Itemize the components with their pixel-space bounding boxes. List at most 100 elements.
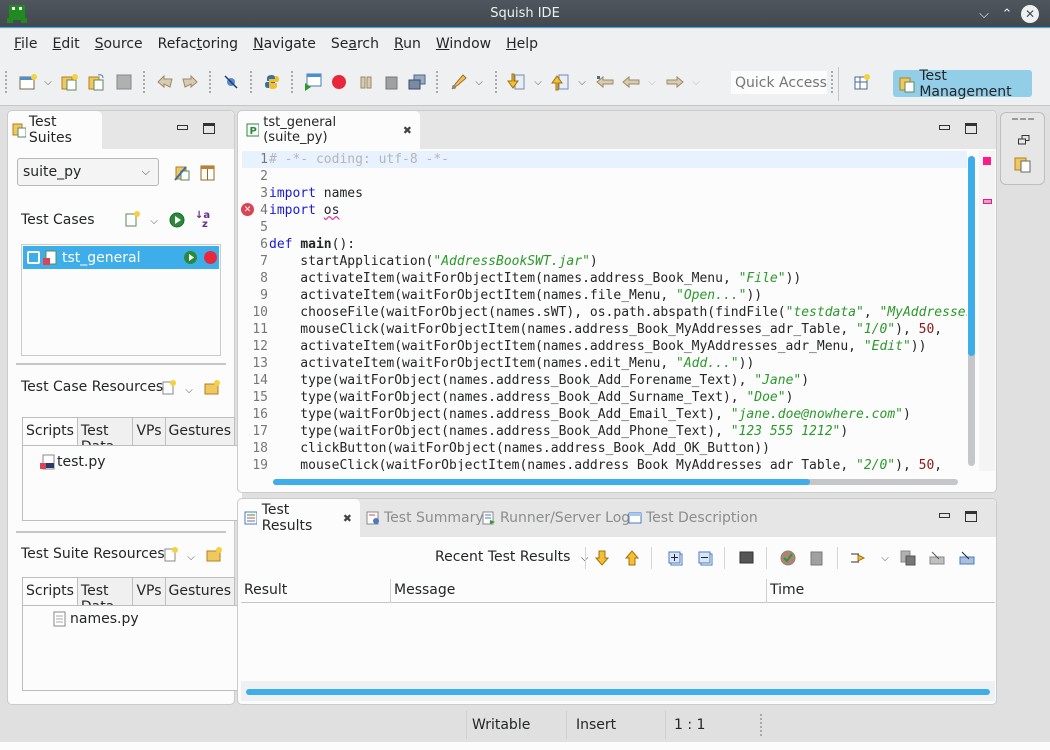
save-button[interactable] [114, 72, 134, 92]
code-line[interactable]: 2 [242, 168, 967, 185]
launch-aut-button[interactable] [303, 72, 323, 92]
highlight-dropdown[interactable]: ⌵ [473, 73, 485, 91]
test-suites-view-button[interactable] [1014, 155, 1032, 177]
maximize-button[interactable]: ⌃ [998, 5, 1016, 23]
next-annotation-button[interactable] [506, 72, 526, 92]
back-button[interactable] [621, 72, 641, 92]
undo-button[interactable] [155, 72, 175, 92]
back-dropdown[interactable]: ⌵ [646, 73, 658, 91]
forward-button[interactable] [665, 72, 685, 92]
code-line[interactable]: 10 chooseFile(waitForObject(names.sWT), … [242, 304, 967, 321]
code-line[interactable]: 6def main(): [242, 236, 967, 253]
tc-tab-gestures[interactable]: Gestures [164, 417, 235, 445]
error-annotation-marker[interactable] [983, 157, 991, 165]
forward-dropdown[interactable]: ⌵ [690, 73, 702, 91]
tc-tab-test-data[interactable]: Test Data [76, 417, 134, 455]
ts-tab-scripts[interactable]: Scripts [22, 577, 78, 605]
suite-selector[interactable]: suite_py ⌵ [17, 158, 159, 186]
minimize-view-button[interactable] [939, 513, 953, 525]
pick-button[interactable] [221, 72, 241, 92]
menu-edit[interactable]: Edit [52, 36, 79, 52]
code-editor[interactable]: 1# -*- coding: utf-8 -*- 2 3import names 4i… [242, 151, 967, 471]
ts-tab-test-data[interactable]: Test Data [76, 577, 134, 615]
results-horizontal-scrollbar[interactable] [246, 689, 990, 695]
minimize-view-button[interactable] [177, 125, 191, 137]
copy-button[interactable] [899, 549, 917, 567]
export-button[interactable] [808, 549, 826, 567]
code-line[interactable]: 17 type(waitForObject(names.address_Book… [242, 423, 967, 440]
ts-tab-vps[interactable]: VPs [132, 577, 166, 605]
filter-button[interactable] [850, 549, 868, 567]
menu-source[interactable]: Source [95, 36, 143, 52]
prev-failure-button[interactable] [623, 549, 641, 567]
code-line[interactable]: 12 activateItem(waitForObjectItem(names.… [242, 338, 967, 355]
code-line[interactable]: 9 activateItem(waitForObjectItem(names.f… [242, 287, 967, 304]
file-item[interactable]: names.py [53, 611, 139, 627]
expand-all-button[interactable] [666, 549, 684, 567]
suite-layout-button[interactable] [200, 165, 216, 181]
code-line[interactable]: 1# -*- coding: utf-8 -*- [242, 151, 967, 168]
quick-access-input[interactable] [731, 71, 827, 94]
new-tc-folder-button[interactable] [204, 380, 220, 399]
minimize-view-button[interactable] [939, 125, 953, 137]
column-header-time[interactable]: Time [767, 579, 995, 603]
tab-editor-tst-general[interactable]: P tst_general (suite_py) ✖ [238, 111, 420, 149]
code-line[interactable]: 19 mouseClick(waitForObjectItem(names.ad… [242, 457, 967, 471]
maximize-view-button[interactable] [203, 123, 217, 135]
record-test-case-icon[interactable] [203, 250, 218, 265]
scrollbar-thumb[interactable] [968, 156, 975, 356]
code-line[interactable]: 5 [242, 219, 967, 236]
maximize-view-button[interactable] [965, 511, 979, 523]
python-button[interactable] [262, 72, 282, 92]
scrollbar-thumb[interactable] [273, 479, 810, 485]
screenshot-button[interactable] [737, 549, 755, 567]
menu-navigate[interactable]: Navigate [253, 36, 316, 52]
tab-test-results[interactable]: Test Results ✖ [238, 499, 360, 537]
code-line[interactable]: 15 type(waitForObject(names.address_Book… [242, 389, 967, 406]
close-button[interactable]: ✕ [1021, 5, 1039, 23]
next-annotation-dropdown[interactable]: ⌵ [532, 73, 544, 91]
close-tab-icon[interactable]: ✖ [343, 512, 352, 525]
code-line[interactable]: 3import names [242, 185, 967, 202]
filter-dropdown[interactable]: ⌵ [879, 549, 891, 567]
compare-button[interactable] [407, 72, 427, 92]
minimize-button[interactable]: ⌵ [975, 5, 993, 23]
run-test-case-icon[interactable] [183, 250, 198, 265]
code-line[interactable]: 7 startApplication("AddressBookSWT.jar") [242, 253, 967, 270]
snapshot-button[interactable] [382, 72, 402, 92]
load-results-button[interactable] [958, 549, 976, 567]
new-ts-resource-dropdown[interactable]: ⌵ [185, 548, 197, 566]
sort-button[interactable]: ↓a z [195, 211, 210, 230]
editor-horizontal-scrollbar[interactable] [273, 479, 958, 485]
tab-runner-server-log[interactable]: Runner/Server Log [476, 499, 638, 537]
new-suite-button[interactable] [60, 72, 80, 92]
ts-tab-gestures[interactable]: Gestures [164, 577, 235, 605]
menu-refactoring[interactable]: Refactoring [158, 36, 238, 52]
column-header-message[interactable]: Message [391, 579, 767, 603]
editor-vertical-scrollbar[interactable] [968, 156, 975, 466]
new-ts-folder-button[interactable] [206, 547, 222, 566]
warning-annotation-marker[interactable] [983, 199, 992, 204]
verify-button[interactable] [779, 549, 797, 567]
menu-run[interactable]: Run [394, 36, 421, 52]
code-line[interactable]: 11 mouseClick(waitForObjectItem(names.ad… [242, 321, 967, 338]
new-window-button[interactable] [18, 72, 38, 92]
record-button[interactable] [329, 72, 349, 92]
open-suite-button[interactable] [87, 72, 107, 92]
new-tc-resource-dropdown[interactable]: ⌵ [183, 381, 195, 399]
file-item[interactable]: test.py [39, 454, 106, 470]
code-line[interactable]: 18 clickButton(waitForObject(names.addre… [242, 440, 967, 457]
menu-help[interactable]: Help [506, 36, 538, 52]
redo-button[interactable] [180, 72, 200, 92]
menu-search[interactable]: Search [331, 36, 379, 52]
new-test-case-dropdown[interactable]: ⌵ [148, 212, 160, 230]
menu-window[interactable]: Window [436, 36, 491, 52]
highlight-button[interactable] [449, 72, 469, 92]
next-failure-button[interactable] [593, 549, 611, 567]
recent-results-dropdown[interactable]: Recent Test Results ⌵ [435, 549, 588, 565]
collapse-all-button[interactable] [696, 549, 714, 567]
prev-annotation-dropdown[interactable]: ⌵ [576, 73, 588, 91]
test-case-checkbox[interactable] [27, 251, 40, 264]
maximize-view-button[interactable] [965, 123, 979, 135]
new-test-case-button[interactable] [125, 211, 141, 231]
